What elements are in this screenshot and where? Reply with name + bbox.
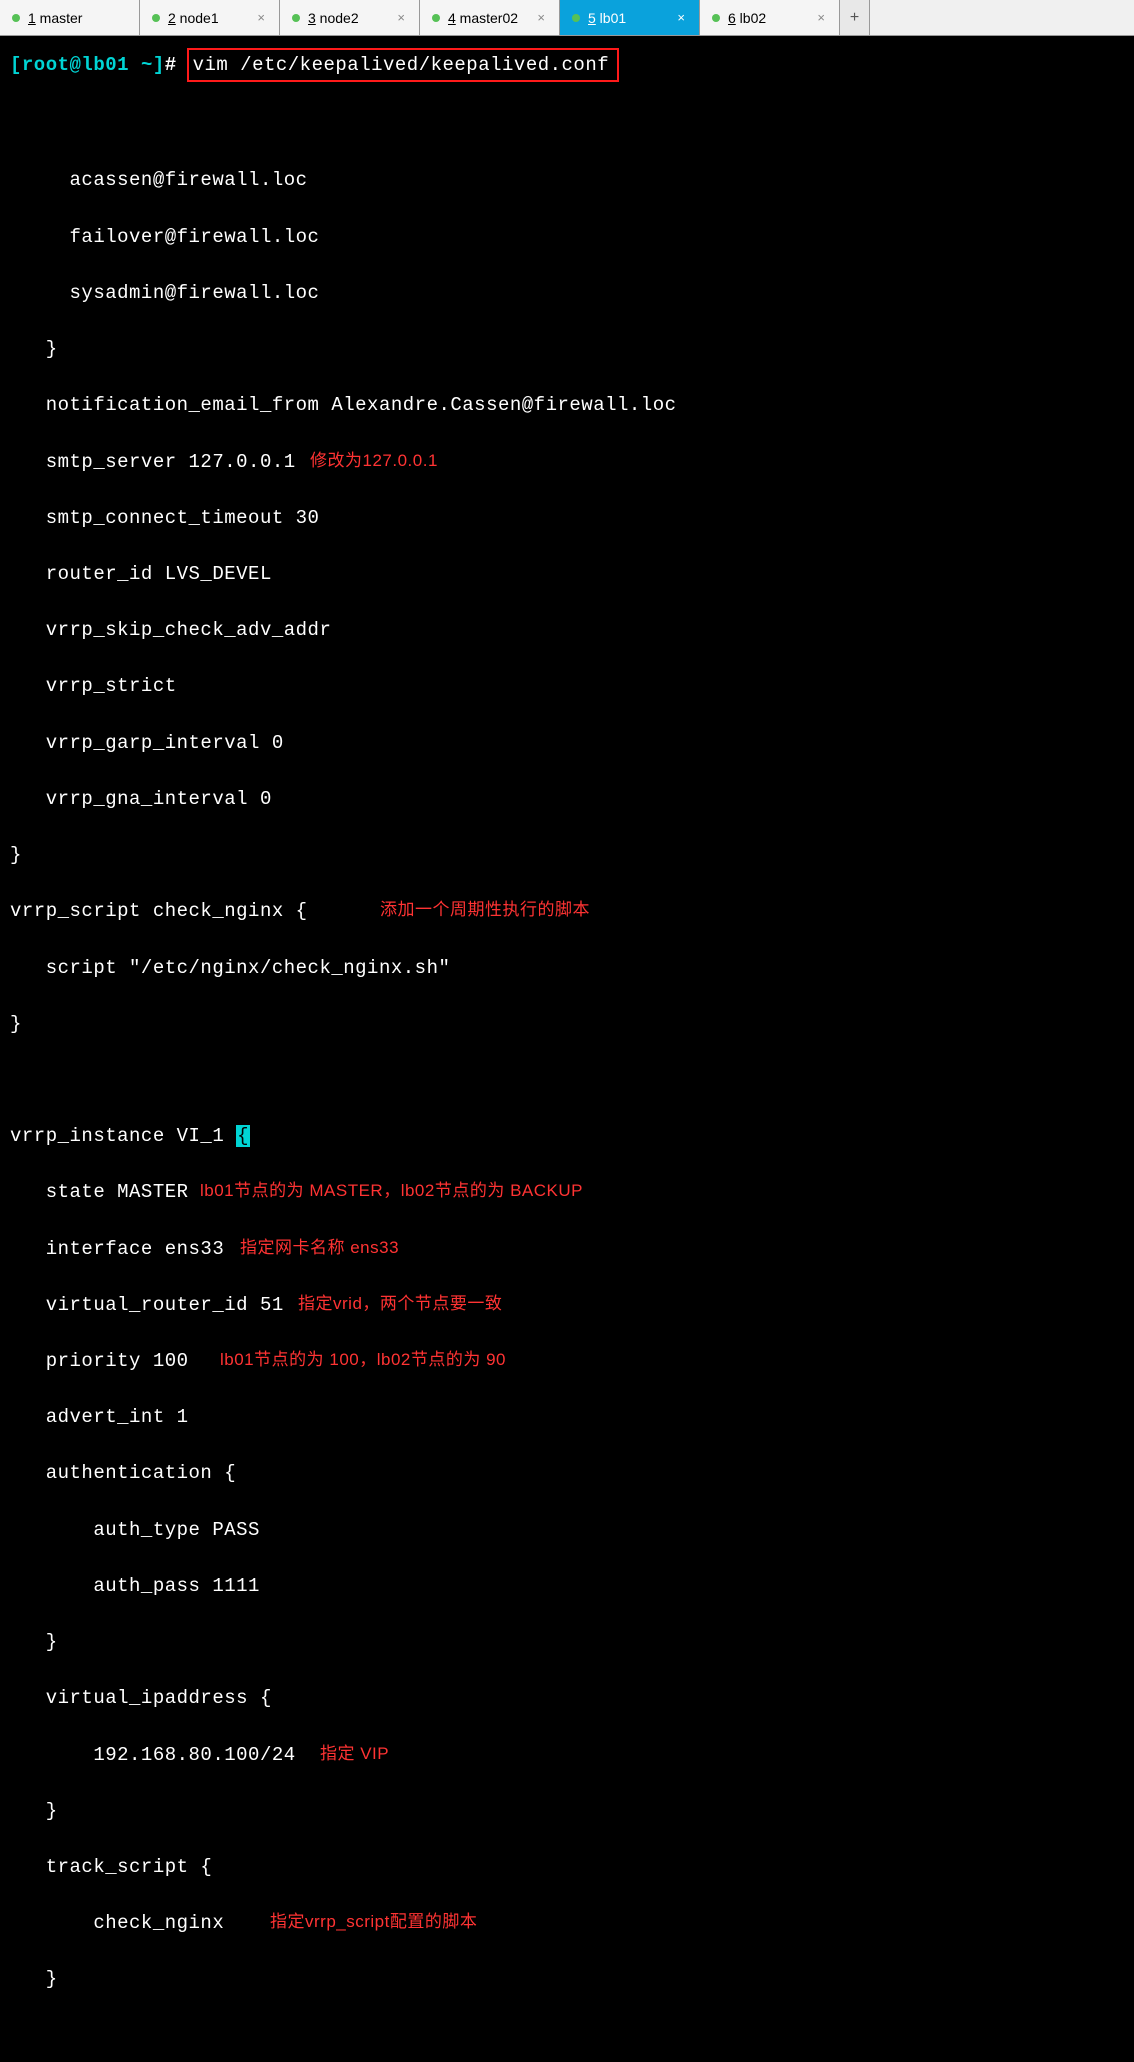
cfg-vrid: virtual_router_id 51 bbox=[10, 1294, 284, 1316]
tab-label: 1 master bbox=[28, 10, 82, 26]
cfg-smtp-server: smtp_server 127.0.0.1 bbox=[10, 451, 296, 473]
cursor: { bbox=[236, 1125, 250, 1147]
annotation-state: lb01节点的为 MASTER，lb02节点的为 BACKUP bbox=[200, 1178, 583, 1203]
cfg-gna: vrrp_gna_interval 0 bbox=[10, 785, 1124, 813]
close-icon[interactable]: × bbox=[817, 10, 825, 25]
cfg-instance-pre: vrrp_instance VI_1 bbox=[10, 1125, 236, 1147]
add-tab-button[interactable]: + bbox=[840, 0, 870, 35]
annotation-priority: lb01节点的为 100，lb02节点的为 90 bbox=[220, 1347, 506, 1372]
cfg-router-id: router_id LVS_DEVEL bbox=[10, 560, 1124, 588]
cfg-script-close: } bbox=[10, 1010, 1124, 1038]
prompt-open: [ bbox=[10, 54, 22, 76]
prompt-close: ] bbox=[153, 54, 165, 76]
annotation-script: 添加一个周期性执行的脚本 bbox=[380, 897, 590, 922]
cfg-track-name: check_nginx bbox=[10, 1912, 224, 1934]
cfg-email2: failover@firewall.loc bbox=[10, 223, 1124, 251]
cfg-smtp-timeout: smtp_connect_timeout 30 bbox=[10, 504, 1124, 532]
close-icon[interactable]: × bbox=[397, 10, 405, 25]
tab-node2[interactable]: 3 node2 × bbox=[280, 0, 420, 35]
annotation-vip: 指定 VIP bbox=[320, 1741, 389, 1766]
cfg-priority: priority 100 bbox=[10, 1350, 189, 1372]
status-dot-icon bbox=[152, 14, 160, 22]
cfg-script-open: vrrp_script check_nginx { bbox=[10, 900, 308, 922]
status-dot-icon bbox=[712, 14, 720, 22]
annotation-vrid: 指定vrid，两个节点要一致 bbox=[298, 1291, 502, 1316]
cfg-script-line: script "/etc/nginx/check_nginx.sh" bbox=[10, 954, 1124, 982]
close-icon[interactable]: × bbox=[257, 10, 265, 25]
cfg-state: state MASTER bbox=[10, 1181, 189, 1203]
cfg-vrrp-strict: vrrp_strict bbox=[10, 672, 1124, 700]
cfg-email1: acassen@firewall.loc bbox=[10, 166, 1124, 194]
cfg-auth-type: auth_type PASS bbox=[10, 1516, 1124, 1544]
prompt-user: root bbox=[22, 54, 70, 76]
tab-master02[interactable]: 4 master02 × bbox=[420, 0, 560, 35]
tab-label: 3 node2 bbox=[308, 10, 359, 26]
tab-label: 4 master02 bbox=[448, 10, 518, 26]
status-dot-icon bbox=[292, 14, 300, 22]
close-icon[interactable]: × bbox=[537, 10, 545, 25]
cfg-skip-check: vrrp_skip_check_adv_addr bbox=[10, 616, 1124, 644]
cfg-close1: } bbox=[10, 841, 1124, 869]
command-line: [root@lb01 ~]# vim /etc/keepalived/keepa… bbox=[10, 48, 1124, 82]
tab-lb02[interactable]: 6 lb02 × bbox=[700, 0, 840, 35]
cfg-advert: advert_int 1 bbox=[10, 1403, 1124, 1431]
cfg-interface: interface ens33 bbox=[10, 1238, 224, 1260]
cfg-garp: vrrp_garp_interval 0 bbox=[10, 729, 1124, 757]
command-highlight-box: vim /etc/keepalived/keepalived.conf bbox=[187, 48, 620, 82]
cfg-auth-open: authentication { bbox=[10, 1459, 1124, 1487]
cfg-track-close: } bbox=[10, 1965, 1124, 1993]
cfg-email3: sysadmin@firewall.loc bbox=[10, 279, 1124, 307]
annotation-track: 指定vrrp_script配置的脚本 bbox=[270, 1909, 477, 1934]
tab-bar: 1 master2 node1×3 node2×4 master02×5 lb0… bbox=[0, 0, 1134, 36]
prompt-at: @ bbox=[70, 54, 82, 76]
status-dot-icon bbox=[572, 14, 580, 22]
cfg-auth-pass: auth_pass 1111 bbox=[10, 1572, 1124, 1600]
cfg-auth-close: } bbox=[10, 1628, 1124, 1656]
cfg-track-open: track_script { bbox=[10, 1853, 1124, 1881]
annotation-smtp: 修改为127.0.0.1 bbox=[310, 448, 438, 473]
tab-label: 5 lb01 bbox=[588, 10, 626, 26]
cfg-vip: 192.168.80.100/24 bbox=[10, 1744, 296, 1766]
tab-label: 2 node1 bbox=[168, 10, 219, 26]
tab-node1[interactable]: 2 node1 × bbox=[140, 0, 280, 35]
cfg-vip-open: virtual_ipaddress { bbox=[10, 1684, 1124, 1712]
config-body: acassen@firewall.loc failover@firewall.l… bbox=[10, 82, 1124, 2050]
cfg-notif-from: notification_email_from Alexandre.Cassen… bbox=[10, 391, 1124, 419]
prompt-hash: # bbox=[165, 54, 177, 76]
prompt-path: ~ bbox=[141, 54, 153, 76]
cfg-vip-close: } bbox=[10, 1797, 1124, 1825]
tab-label: 6 lb02 bbox=[728, 10, 766, 26]
command-text: vim /etc/keepalived/keepalived.conf bbox=[193, 54, 610, 76]
close-icon[interactable]: × bbox=[677, 10, 685, 25]
tab-lb01[interactable]: 5 lb01 × bbox=[560, 0, 700, 35]
prompt-host: lb01 bbox=[81, 54, 129, 76]
tab-master[interactable]: 1 master bbox=[0, 0, 140, 35]
status-dot-icon bbox=[432, 14, 440, 22]
annotation-interface: 指定网卡名称 ens33 bbox=[240, 1235, 399, 1260]
terminal[interactable]: [root@lb01 ~]# vim /etc/keepalived/keepa… bbox=[0, 36, 1134, 2062]
status-dot-icon bbox=[12, 14, 20, 22]
cfg-email-close: } bbox=[10, 335, 1124, 363]
